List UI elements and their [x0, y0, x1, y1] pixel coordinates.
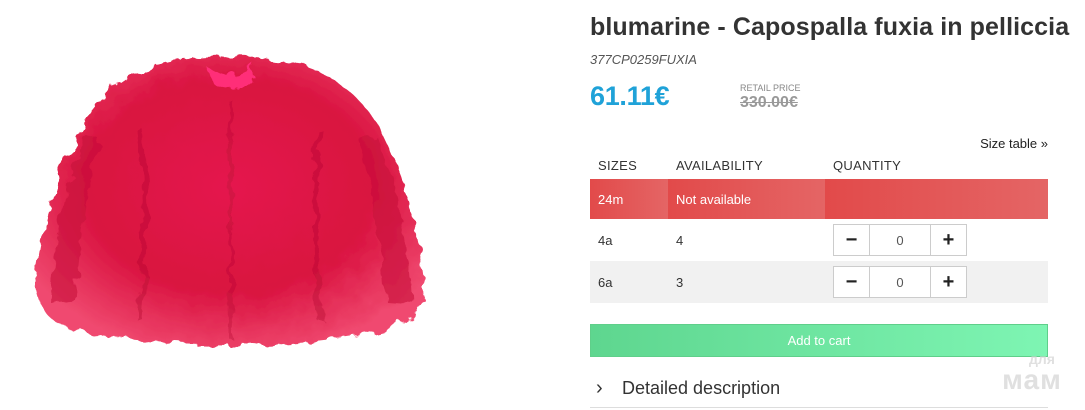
- sizes-table: SIZES AVAILABILITY QUANTITY 24m Not avai…: [590, 152, 1048, 303]
- fur-jacket-image: [35, 56, 425, 345]
- column-header-sizes: SIZES: [598, 158, 638, 173]
- quantity-cell: − +: [825, 261, 1048, 303]
- chevron-right-icon: ›: [596, 377, 603, 399]
- size-table-link[interactable]: Size table »: [980, 136, 1048, 151]
- product-panel: blumarine - Capospalla fuxia in pellicci…: [590, 0, 1070, 408]
- size-cell: 4a: [598, 232, 613, 248]
- column-header-availability: AVAILABILITY: [676, 158, 763, 173]
- quantity-stepper: − +: [833, 224, 967, 256]
- price-row: 61.11€ RETAIL PRICE 330.00€: [590, 77, 1048, 129]
- table-row: 4a 4 − +: [590, 219, 1048, 261]
- quantity-input[interactable]: [869, 267, 931, 297]
- product-image[interactable]: [0, 0, 480, 410]
- availability-cell: 3: [668, 261, 825, 303]
- retail-price: 330.00€: [740, 94, 798, 111]
- add-to-cart-button[interactable]: Add to cart: [590, 324, 1048, 357]
- detailed-description-toggle[interactable]: › Detailed description: [590, 370, 1048, 408]
- size-cell: 6a: [590, 261, 668, 303]
- quantity-stepper: − +: [833, 266, 967, 298]
- column-header-quantity: QUANTITY: [833, 158, 902, 173]
- quantity-input[interactable]: [869, 225, 931, 255]
- product-sku: 377CP0259FUXIA: [590, 52, 697, 67]
- table-row: 24m Not available: [590, 179, 1048, 219]
- retail-price-block: RETAIL PRICE 330.00€: [740, 83, 801, 112]
- size-cell: 24m: [590, 179, 668, 219]
- retail-price-label: RETAIL PRICE: [740, 83, 801, 93]
- quantity-cell-empty: [825, 179, 1048, 219]
- availability-cell: 4: [676, 232, 684, 248]
- detailed-description-label: Detailed description: [622, 378, 781, 398]
- increase-quantity-button[interactable]: +: [931, 267, 966, 297]
- availability-cell: Not available: [668, 179, 825, 219]
- table-row: 6a 3 − +: [590, 261, 1048, 303]
- decrease-quantity-button[interactable]: −: [834, 225, 869, 255]
- decrease-quantity-button[interactable]: −: [834, 267, 869, 297]
- product-title: blumarine - Capospalla fuxia in pellicci…: [590, 13, 1070, 41]
- sale-price: 61.11€: [590, 81, 670, 111]
- quantity-cell: − +: [825, 219, 1048, 261]
- increase-quantity-button[interactable]: +: [931, 225, 966, 255]
